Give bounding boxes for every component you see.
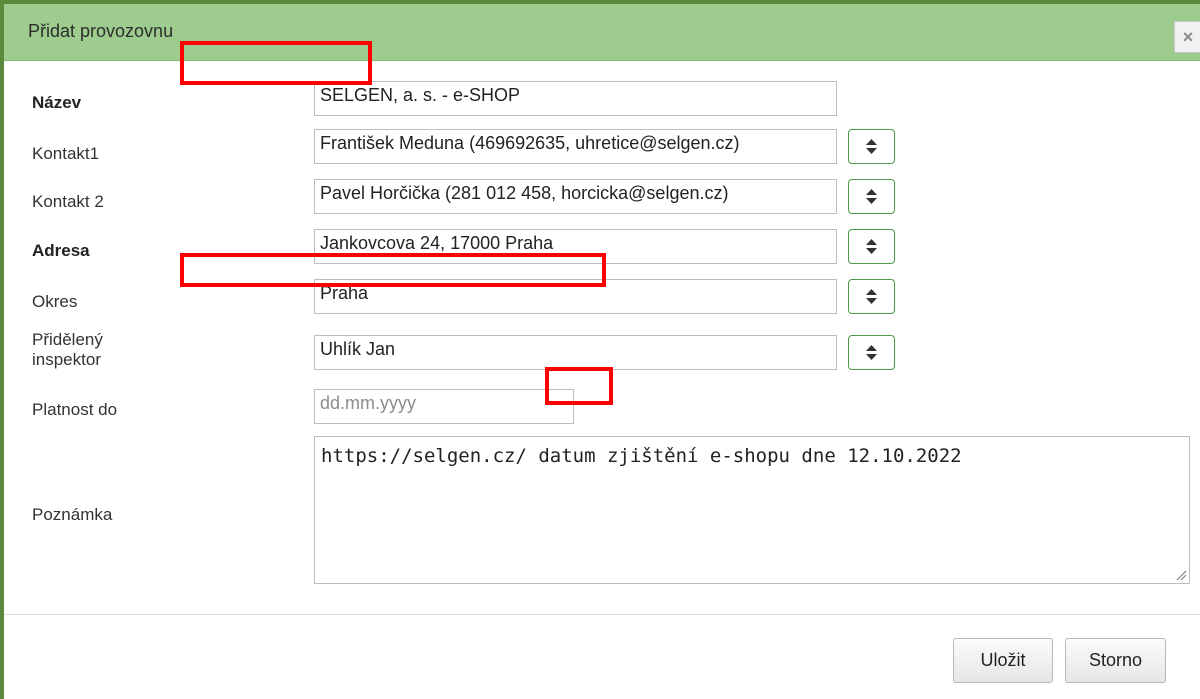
resize-grip-icon[interactable] xyxy=(1175,569,1187,581)
kontakt1-picker-button[interactable] xyxy=(848,129,895,164)
highlight-box-date xyxy=(545,367,613,405)
kontakt1-label: Kontakt1 xyxy=(32,144,100,163)
adresa-label: Adresa xyxy=(32,241,90,260)
nazev-input[interactable]: SELGEN, a. s. - e-SHOP xyxy=(314,81,837,116)
sort-icon xyxy=(866,189,877,204)
highlight-box-title xyxy=(180,41,372,85)
sort-icon xyxy=(866,345,877,360)
kontakt1-select[interactable]: František Meduna (469692635, uhretice@se… xyxy=(314,129,837,164)
inspektor-select[interactable]: Uhlík Jan xyxy=(314,335,837,370)
cancel-button[interactable]: Storno xyxy=(1065,638,1166,683)
save-button[interactable]: Uložit xyxy=(953,638,1053,683)
sort-icon xyxy=(866,239,877,254)
okres-label: Okres xyxy=(32,292,78,311)
inspektor-picker-button[interactable] xyxy=(848,335,895,370)
sort-icon xyxy=(866,139,877,154)
footer-divider xyxy=(4,614,1200,615)
poznamka-text: https://selgen.cz/ datum zjištění e-shop… xyxy=(321,445,962,467)
close-icon[interactable]: × xyxy=(1174,21,1200,53)
kontakt2-picker-button[interactable] xyxy=(848,179,895,214)
adresa-picker-button[interactable] xyxy=(848,229,895,264)
kontakt2-label: Kontakt 2 xyxy=(32,192,104,211)
inspektor-label-line1: Přidělený xyxy=(32,330,103,349)
platnost-date-input[interactable]: dd.mm.yyyy xyxy=(314,389,574,424)
kontakt2-select[interactable]: Pavel Horčička (281 012 458, horcicka@se… xyxy=(314,179,837,214)
highlight-box-address xyxy=(180,253,606,287)
dialog-title: Přidat provozovnu xyxy=(28,21,174,41)
nazev-label: Název xyxy=(32,93,82,112)
poznamka-textarea[interactable]: https://selgen.cz/ datum zjištění e-shop… xyxy=(314,436,1190,584)
sort-icon xyxy=(866,289,877,304)
inspektor-label: Přidělený inspektor xyxy=(32,330,103,370)
add-establishment-dialog: Přidat provozovnu × Název SELGEN, a. s. … xyxy=(0,0,1200,699)
inspektor-label-line2: inspektor xyxy=(32,350,101,369)
poznamka-label: Poznámka xyxy=(32,505,113,524)
platnost-label: Platnost do xyxy=(32,400,118,419)
okres-picker-button[interactable] xyxy=(848,279,895,314)
